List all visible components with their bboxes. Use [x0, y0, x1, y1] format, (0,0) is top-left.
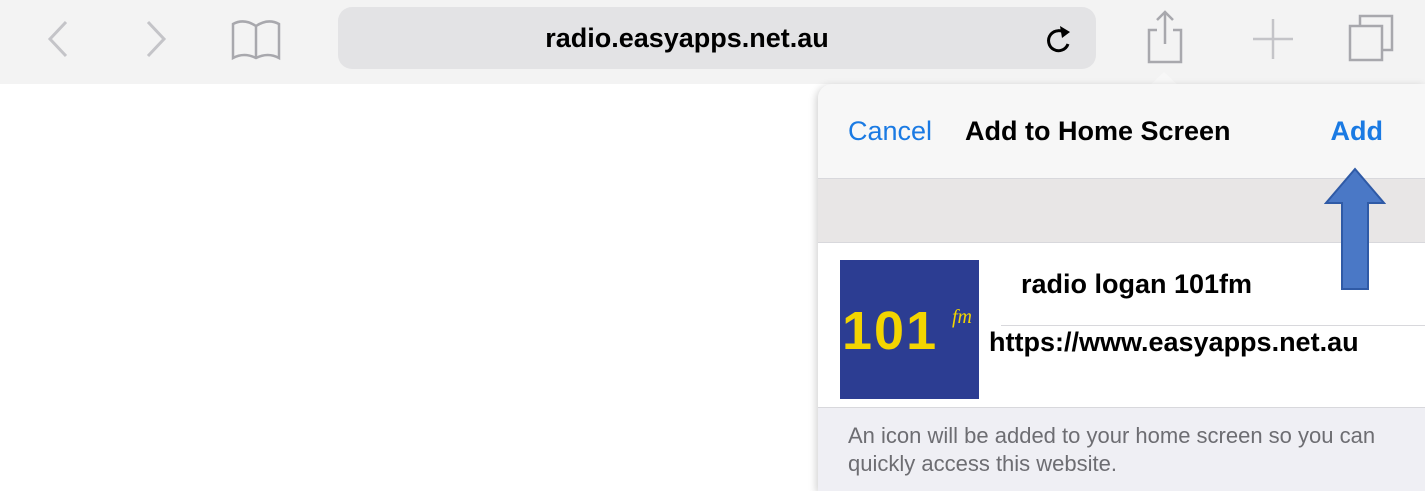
popover-description: An icon will be added to your home scree…: [848, 423, 1376, 476]
popover-title: Add to Home Screen: [965, 116, 1231, 146]
address-text: radio.easyapps.net.au: [545, 23, 829, 53]
back-icon[interactable]: [44, 14, 74, 69]
app-icon-number: 101: [842, 301, 939, 361]
address-bar[interactable]: radio.easyapps.net.au: [338, 7, 1096, 69]
forward-icon[interactable]: [140, 14, 170, 69]
popover-header: Cancel Add to Home Screen Add: [818, 84, 1425, 179]
new-tab-icon[interactable]: [1250, 14, 1296, 69]
share-icon[interactable]: [1143, 8, 1187, 71]
app-icon-preview: 101 fm: [840, 260, 979, 399]
cancel-button[interactable]: Cancel: [848, 116, 932, 147]
add-button[interactable]: Add: [1331, 116, 1383, 147]
app-name-text: radio logan 101fm: [1021, 269, 1253, 299]
annotation-arrow-icon: [1323, 167, 1387, 296]
bookmarks-icon[interactable]: [229, 14, 283, 69]
app-url-text: https://www.easyapps.net.au: [989, 327, 1359, 357]
app-icon-suffix: fm: [952, 306, 972, 328]
reload-icon[interactable]: [1044, 24, 1074, 61]
browser-toolbar: radio.easyapps.net.au: [0, 0, 1425, 84]
tabs-icon[interactable]: [1346, 10, 1398, 71]
